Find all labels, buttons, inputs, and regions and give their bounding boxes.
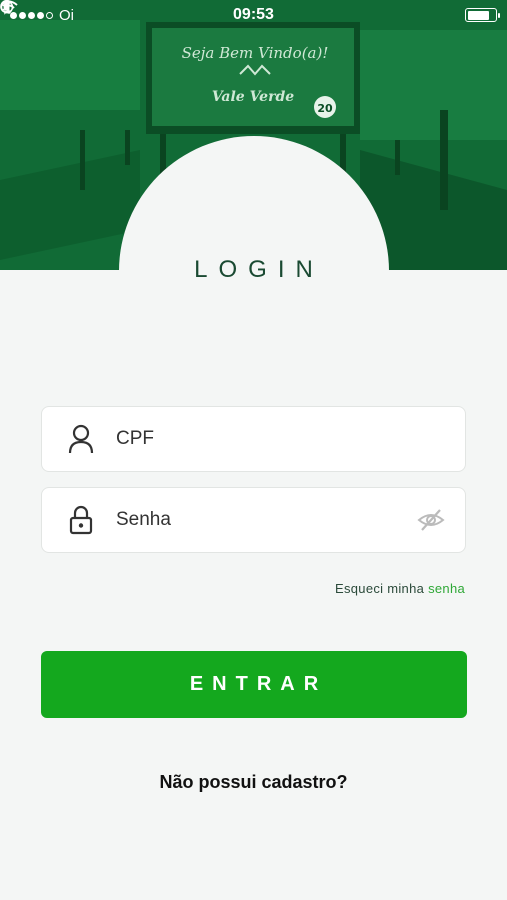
lock-icon <box>64 503 98 537</box>
cpf-input[interactable]: CPF <box>116 428 154 450</box>
password-input[interactable]: Senha <box>116 509 171 531</box>
register-link[interactable]: Não possui cadastro? <box>0 772 507 793</box>
title-dome <box>119 136 389 436</box>
status-time: 09:53 <box>233 6 274 23</box>
sign-welcome-text: Seja Bem Vindo(a)! <box>182 44 329 62</box>
eye-slash-icon[interactable] <box>417 506 445 534</box>
password-field[interactable]: Senha <box>41 487 466 553</box>
bluetooth-icon <box>1 0 9 15</box>
forgot-link-word[interactable]: senha <box>428 581 465 596</box>
speed-limit-text: 20 <box>317 102 333 115</box>
battery-icon <box>465 8 500 22</box>
forgot-password-link[interactable]: Esqueci minha senha <box>335 581 465 596</box>
page-title: LOGIN <box>194 256 324 283</box>
carrier-label: Oi <box>59 6 74 24</box>
status-bar: Oi 09:53 <box>0 0 507 30</box>
cpf-field[interactable]: CPF <box>41 406 466 472</box>
forgot-prefix: Esqueci minha <box>334 581 425 596</box>
submit-button[interactable]: ENTRAR <box>41 651 467 718</box>
user-icon <box>64 422 98 456</box>
sign-brand-text: Vale Verde <box>212 89 294 105</box>
